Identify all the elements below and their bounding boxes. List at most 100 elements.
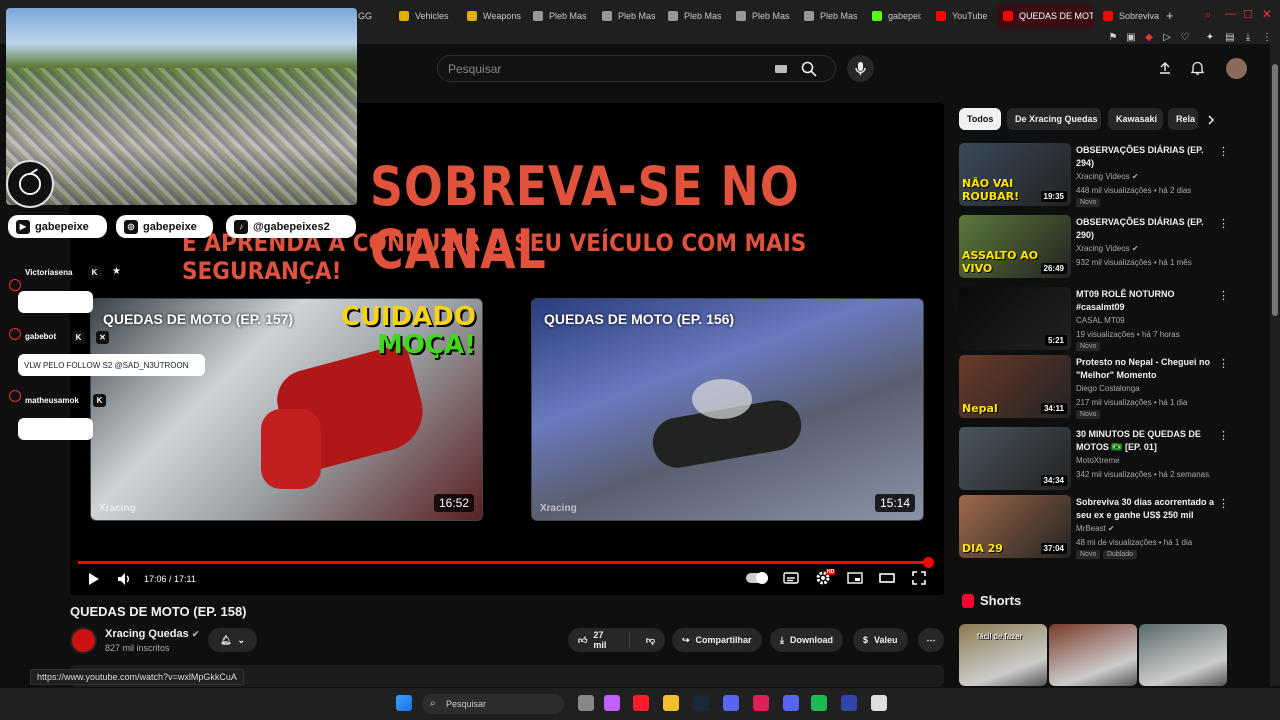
screenshot-icon[interactable]: ▣ bbox=[1126, 33, 1136, 43]
share-button[interactable]: ↪ Compartilhar bbox=[672, 628, 762, 652]
play-icon[interactable]: ▷ bbox=[1162, 33, 1172, 43]
bookmark-icon[interactable]: ⚑ bbox=[1108, 33, 1118, 43]
video-title[interactable]: 30 MINUTOS DE QUEDAS DE MOTOS 🇧🇷 [EP. 01… bbox=[1076, 428, 1216, 454]
chevron-right-icon[interactable] bbox=[1206, 114, 1216, 126]
tab-10[interactable]: YouTube bbox=[930, 4, 990, 28]
menu-icon[interactable]: ⋮ bbox=[1262, 33, 1272, 43]
channel-name[interactable]: MotoXtreme bbox=[1076, 456, 1120, 465]
chatgpt-icon[interactable] bbox=[871, 695, 887, 711]
autoplay-toggle[interactable] bbox=[746, 572, 768, 584]
theater-mode-icon[interactable] bbox=[879, 572, 895, 584]
more-options-icon[interactable]: ⋮ bbox=[1218, 357, 1229, 370]
heart-icon[interactable]: ♡ bbox=[1180, 33, 1190, 43]
taskbar-search[interactable]: ⌕ Pesquisar bbox=[422, 694, 564, 714]
more-options-icon[interactable]: ⋮ bbox=[1218, 145, 1229, 158]
scrollbar[interactable] bbox=[1270, 44, 1280, 686]
maximize-icon[interactable]: ☐ bbox=[1243, 8, 1253, 21]
keyboard-icon[interactable] bbox=[775, 65, 787, 73]
video-thumbnail[interactable]: 5:21 bbox=[959, 287, 1071, 350]
shield-icon[interactable]: ◆ bbox=[1144, 33, 1154, 43]
filter-chip[interactable]: Kawasaki bbox=[1108, 108, 1163, 130]
search-box[interactable]: Pesquisar bbox=[437, 55, 836, 82]
channel-name[interactable]: MrBeast ✔ bbox=[1076, 524, 1115, 533]
more-options-icon[interactable]: ⋮ bbox=[1218, 497, 1229, 510]
notification-bell-button[interactable]: 🔔︎ ⌄ bbox=[208, 628, 257, 652]
video-thumbnail[interactable]: 34:34 bbox=[959, 427, 1071, 490]
tab-2[interactable]: Vehicles bbox=[393, 4, 453, 28]
recommended-video[interactable]: ASSALTO AO VIVO 26:49 OBSERVAÇÕES DIÁRIAS … bbox=[959, 215, 1229, 281]
more-actions-button[interactable]: ⋯ bbox=[918, 628, 944, 652]
more-options-icon[interactable]: ⋮ bbox=[1218, 217, 1229, 230]
tab-3[interactable]: Weapons bbox=[461, 4, 521, 28]
filter-chip[interactable]: De Xracing Quedas bbox=[1007, 108, 1101, 130]
download-button[interactable]: ⤓ Download bbox=[770, 628, 843, 652]
video-thumbnail[interactable]: Nepal 34:11 bbox=[959, 355, 1071, 418]
recommended-video[interactable]: Nepal 34:11 Protesto no Nepal - Cheguei no… bbox=[959, 355, 1229, 421]
search-icon[interactable] bbox=[800, 60, 818, 78]
scroll-thumb[interactable] bbox=[1272, 64, 1278, 316]
recommended-video[interactable]: 5:21 MT09 ROLÊ NOTURNO #casalmt09 CASAL MT… bbox=[959, 287, 1229, 353]
miniplayer-icon[interactable] bbox=[847, 572, 863, 584]
steam-icon[interactable] bbox=[693, 695, 709, 711]
copilot-icon[interactable] bbox=[604, 695, 620, 711]
wallet-icon[interactable]: ▤ bbox=[1225, 33, 1235, 43]
close-icon[interactable]: ✕ bbox=[1262, 7, 1272, 21]
video-title[interactable]: OBSERVAÇÕES DIÁRIAS (EP. 290) bbox=[1076, 216, 1216, 242]
tab-5[interactable]: Pleb Mas bbox=[596, 4, 656, 28]
search-tabs-icon[interactable]: ⌕ bbox=[1205, 9, 1211, 22]
channel-name[interactable]: CASAL MT09 bbox=[1076, 316, 1125, 325]
file-explorer-icon[interactable] bbox=[663, 695, 679, 711]
avatar[interactable] bbox=[1226, 58, 1247, 79]
upload-icon[interactable] bbox=[1158, 61, 1172, 75]
voice-search-button[interactable] bbox=[847, 55, 874, 82]
recommended-video[interactable]: 34:34 30 MINUTOS DE QUEDAS DE MOTOS 🇧🇷 [E… bbox=[959, 427, 1229, 493]
play-icon[interactable] bbox=[88, 572, 100, 586]
video-title[interactable]: OBSERVAÇÕES DIÁRIAS (EP. 294) bbox=[1076, 144, 1216, 170]
download-icon[interactable]: ⤓ bbox=[1243, 33, 1253, 43]
channel-name[interactable]: Xracing Videos ✔ bbox=[1076, 172, 1139, 181]
channel-name[interactable]: Xracing Videos ✔ bbox=[1076, 244, 1139, 253]
short-thumbnail[interactable]: fácil de fazer bbox=[959, 624, 1047, 686]
video-title[interactable]: MT09 ROLÊ NOTURNO #casalmt09 bbox=[1076, 288, 1216, 314]
opera-icon[interactable] bbox=[633, 695, 649, 711]
video-thumbnail[interactable]: DIA 29 37:04 bbox=[959, 495, 1071, 558]
video-title[interactable]: Protesto no Nepal - Cheguei no "Melhor" … bbox=[1076, 356, 1216, 382]
tab-7[interactable]: Pleb Mas bbox=[730, 4, 790, 28]
fullscreen-icon[interactable] bbox=[912, 571, 926, 585]
tab-4[interactable]: Pleb Mas bbox=[527, 4, 587, 28]
end-screen-card-1[interactable]: QUEDAS DE MOTO (EP. 157) CUIDADO MOÇA! X… bbox=[90, 298, 483, 521]
slack-icon[interactable] bbox=[753, 695, 769, 711]
channel-avatar[interactable] bbox=[70, 627, 97, 654]
minimize-icon[interactable]: — bbox=[1225, 8, 1236, 20]
recommended-video[interactable]: DIA 29 37:04 Sobreviva 30 dias acorrentado… bbox=[959, 495, 1229, 561]
volume-icon[interactable] bbox=[117, 572, 132, 586]
more-options-icon[interactable]: ⋮ bbox=[1218, 289, 1229, 302]
tab-9[interactable]: gabepeix bbox=[866, 4, 921, 28]
extensions-icon[interactable]: ✦ bbox=[1205, 33, 1215, 43]
browser-icon[interactable] bbox=[841, 695, 857, 711]
video-title[interactable]: Sobreviva 30 dias acorrentado a seu ex e… bbox=[1076, 496, 1216, 522]
discord-alt-icon[interactable] bbox=[723, 695, 739, 711]
video-thumbnail[interactable]: ASSALTO AO VIVO 26:49 bbox=[959, 215, 1071, 278]
search-input[interactable]: Pesquisar bbox=[448, 62, 501, 76]
recommended-video[interactable]: NÃO VAI ROUBAR! 19:35 OBSERVAÇÕES DIÁRIAS … bbox=[959, 143, 1229, 209]
filter-chip[interactable]: Todos bbox=[959, 108, 1001, 130]
start-icon[interactable] bbox=[396, 695, 412, 711]
discord-icon[interactable] bbox=[783, 695, 799, 711]
video-thumbnail[interactable]: NÃO VAI ROUBAR! 19:35 bbox=[959, 143, 1071, 206]
short-thumbnail[interactable] bbox=[1049, 624, 1137, 686]
channel-name[interactable]: Xracing Quedas ✔ bbox=[105, 628, 199, 640]
filter-chip[interactable]: Rela bbox=[1168, 108, 1198, 130]
scrubber-handle[interactable] bbox=[922, 557, 934, 568]
dislike-button[interactable]: 👎︎ bbox=[636, 635, 665, 646]
more-options-icon[interactable]: ⋮ bbox=[1218, 429, 1229, 442]
progress-bar[interactable] bbox=[78, 557, 934, 568]
thanks-button[interactable]: $ Valeu bbox=[853, 628, 908, 652]
tab-8[interactable]: Pleb Mas bbox=[798, 4, 858, 28]
like-button[interactable]: 👍︎ 27 mil bbox=[568, 630, 630, 650]
spotify-icon[interactable] bbox=[811, 695, 827, 711]
subtitles-icon[interactable] bbox=[783, 572, 799, 584]
tab-11[interactable]: QUEDAS DE MOTO bbox=[997, 4, 1093, 28]
end-screen-card-2[interactable]: QUEDAS DE MOTO (EP. 156) Xracing 15:14 bbox=[531, 298, 924, 521]
channel-name[interactable]: Diego Costalonga bbox=[1076, 384, 1140, 393]
